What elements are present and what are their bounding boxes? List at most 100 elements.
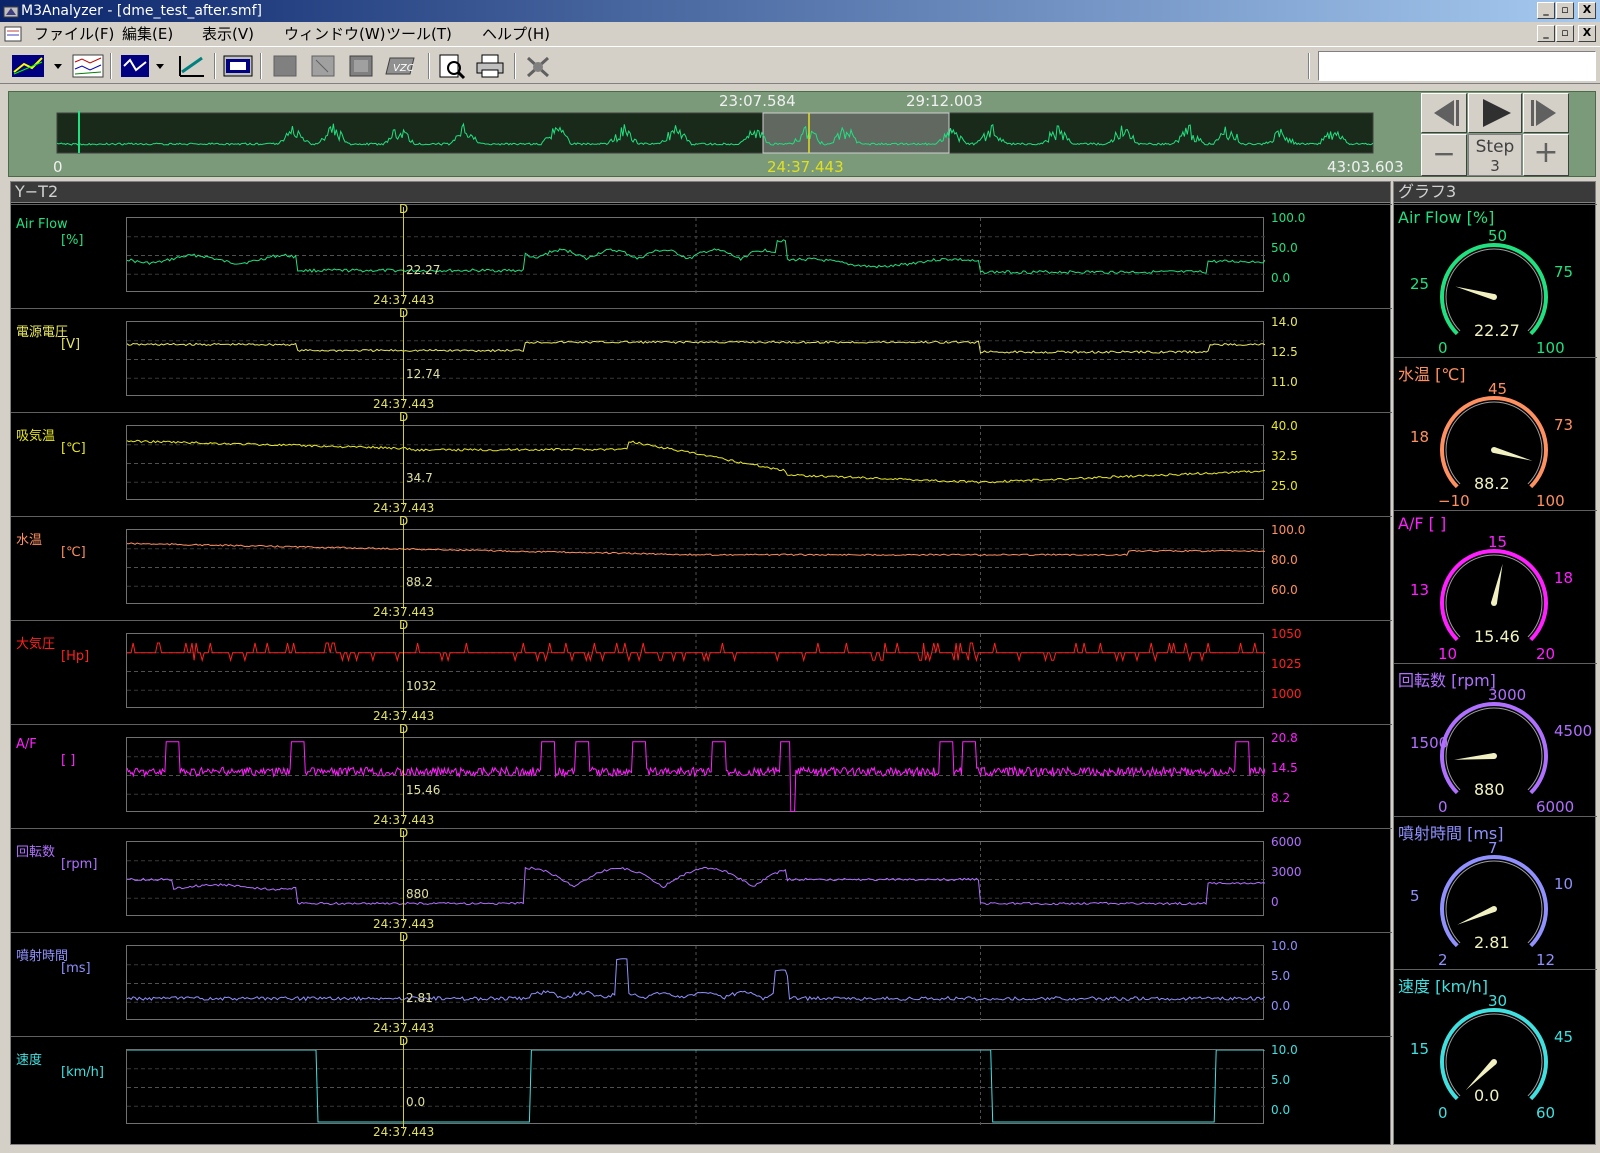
channel-plot[interactable]	[126, 737, 1265, 813]
gauge-hub	[1491, 294, 1497, 300]
cursor-line[interactable]	[403, 623, 404, 713]
cursor-time: 24:37.443	[373, 709, 435, 723]
gauge-value: 15.46	[1474, 627, 1520, 646]
gauge-tick-ring	[1445, 707, 1543, 791]
frame-icon[interactable]	[346, 52, 376, 80]
toolbar-text-field[interactable]	[1318, 51, 1596, 81]
channel-plot[interactable]	[126, 321, 1265, 397]
menu-view[interactable]: 表示(V)	[200, 24, 256, 44]
step-forward-button[interactable]	[1523, 93, 1569, 133]
channel-plot[interactable]	[126, 633, 1265, 709]
mdi-restore-button[interactable]: ▫	[1556, 25, 1574, 42]
channel-plot[interactable]	[126, 217, 1265, 293]
minus-icon: −	[1432, 137, 1456, 170]
cursor-marker: D	[399, 826, 409, 840]
vzc-icon[interactable]: VZC	[384, 52, 420, 80]
channel-plot[interactable]	[126, 841, 1265, 917]
channel-unit: [ms]	[61, 961, 91, 976]
cursor-time: 24:37.443	[373, 293, 435, 307]
y-tick-label: 0.0	[1271, 999, 1291, 1013]
step-icon[interactable]	[308, 52, 338, 80]
channel-unit: [ ]	[61, 753, 76, 768]
gauge-tick-ring	[1445, 401, 1543, 485]
y-tick-label: 50.0	[1271, 241, 1298, 255]
mdi-minimize-button[interactable]: _	[1537, 25, 1555, 42]
gauge-mid-right-label: 75	[1554, 263, 1574, 281]
menu-edit[interactable]: 編集(E)	[120, 24, 175, 44]
cursor-line[interactable]	[403, 207, 404, 297]
cursor-line[interactable]	[403, 727, 404, 817]
cursor-time: 24:37.443	[373, 917, 435, 931]
minimize-button[interactable]: _	[1537, 2, 1555, 19]
gauge-mid-label: 50	[1488, 227, 1508, 245]
gauge-value: 0.0	[1474, 1086, 1500, 1105]
close-button[interactable]: X	[1578, 2, 1596, 19]
step-minus-button[interactable]: −	[1421, 134, 1467, 176]
selection-end-time: 29:12.003	[906, 92, 983, 110]
y-tick-label: 14.5	[1271, 761, 1298, 775]
step-value: 3	[1490, 157, 1500, 175]
cursor-line[interactable]	[403, 831, 404, 921]
restore-button[interactable]: ▫	[1556, 2, 1574, 19]
mdi-close-button[interactable]: X	[1578, 25, 1596, 42]
channel-plot[interactable]	[126, 425, 1265, 501]
y-tick-label: 5.0	[1271, 969, 1291, 983]
yt-graph-icon[interactable]	[10, 52, 68, 80]
gauge-mid-label: 3000	[1488, 686, 1527, 704]
stop-icon[interactable]	[270, 52, 300, 80]
yt-panel-title: Y−T2	[11, 182, 1390, 203]
chart-row: A/F [ ] D 24:37.443 15.46 20.8 14.5 8.2	[11, 722, 1392, 828]
channel-label: 回転数	[16, 845, 56, 860]
menu-window[interactable]: ウィンドウ(W)	[282, 24, 388, 44]
measure-icon[interactable]	[176, 52, 208, 80]
data-select-icon[interactable]	[120, 52, 170, 80]
play-button[interactable]	[1468, 93, 1522, 133]
gauge-value: 88.2	[1474, 474, 1510, 493]
multi-graph-icon[interactable]	[72, 52, 104, 80]
play-icon	[1483, 99, 1511, 127]
gauge-label: 回転数 [rpm]	[1398, 671, 1496, 690]
y-tick-label: 1050	[1271, 627, 1302, 641]
timeline-selection[interactable]	[762, 112, 950, 154]
gauge-needle	[1455, 286, 1495, 300]
channel-plot[interactable]	[126, 529, 1265, 605]
chart-row: Air Flow [%] D 24:37.443 22.27 100.0 50.0 0.0	[11, 202, 1392, 308]
y-tick-label: 0.0	[1271, 271, 1291, 285]
gauge: 噴射時間 [ms] 2 12 5 7 10 2.81	[1394, 816, 1597, 969]
cursor-line[interactable]	[403, 311, 404, 401]
gauge-tick-ring	[1445, 860, 1543, 944]
channel-plot-svg	[127, 842, 1265, 917]
cursor-line[interactable]	[403, 519, 404, 609]
step-plus-button[interactable]: +	[1523, 134, 1569, 176]
channel-unit: [rpm]	[61, 857, 98, 872]
menu-help[interactable]: ヘルプ(H)	[480, 24, 552, 44]
channel-label: A/F	[16, 737, 37, 752]
toolbar-separator	[110, 53, 112, 79]
gauge-max-label: 12	[1536, 951, 1556, 969]
step-back-button[interactable]	[1421, 93, 1467, 133]
timeline-overview[interactable]: 23:07.584 29:12.003 0 24:37.443 43:03.60…	[8, 91, 1596, 177]
chart-row: 速度 [km/h] D 24:37.443 0.0 10.0 5.0 0.0	[11, 1034, 1392, 1140]
menu-tools[interactable]: ツール(T)	[384, 24, 454, 44]
gauge-tick-ring	[1445, 1013, 1543, 1097]
print-icon[interactable]	[474, 52, 506, 80]
cursor-value: 15.46	[406, 783, 441, 797]
print-preview-icon[interactable]	[436, 52, 468, 80]
gauge-value: 2.81	[1474, 933, 1510, 952]
step-display: Step 3	[1468, 134, 1522, 176]
document-icon[interactable]	[4, 26, 22, 42]
menu-file[interactable]: ファイル(F)	[32, 24, 116, 44]
print-preview-window-icon[interactable]	[222, 52, 254, 80]
tool-icon[interactable]	[522, 52, 554, 80]
gauge-min-label: 0	[1438, 1104, 1448, 1122]
cursor-value: 2.81	[406, 991, 433, 1005]
cursor-line[interactable]	[403, 935, 404, 1025]
cursor-line[interactable]	[403, 415, 404, 505]
channel-plot[interactable]	[126, 1049, 1265, 1125]
channel-plot[interactable]	[126, 945, 1265, 1021]
gauge-needle	[1493, 447, 1533, 461]
y-tick-label: 20.8	[1271, 731, 1298, 745]
y-tick-label: 3000	[1271, 865, 1302, 879]
cursor-line[interactable]	[403, 1039, 404, 1129]
gauge: 回転数 [rpm] 0 6000 1500 3000 4500 880	[1394, 663, 1597, 816]
